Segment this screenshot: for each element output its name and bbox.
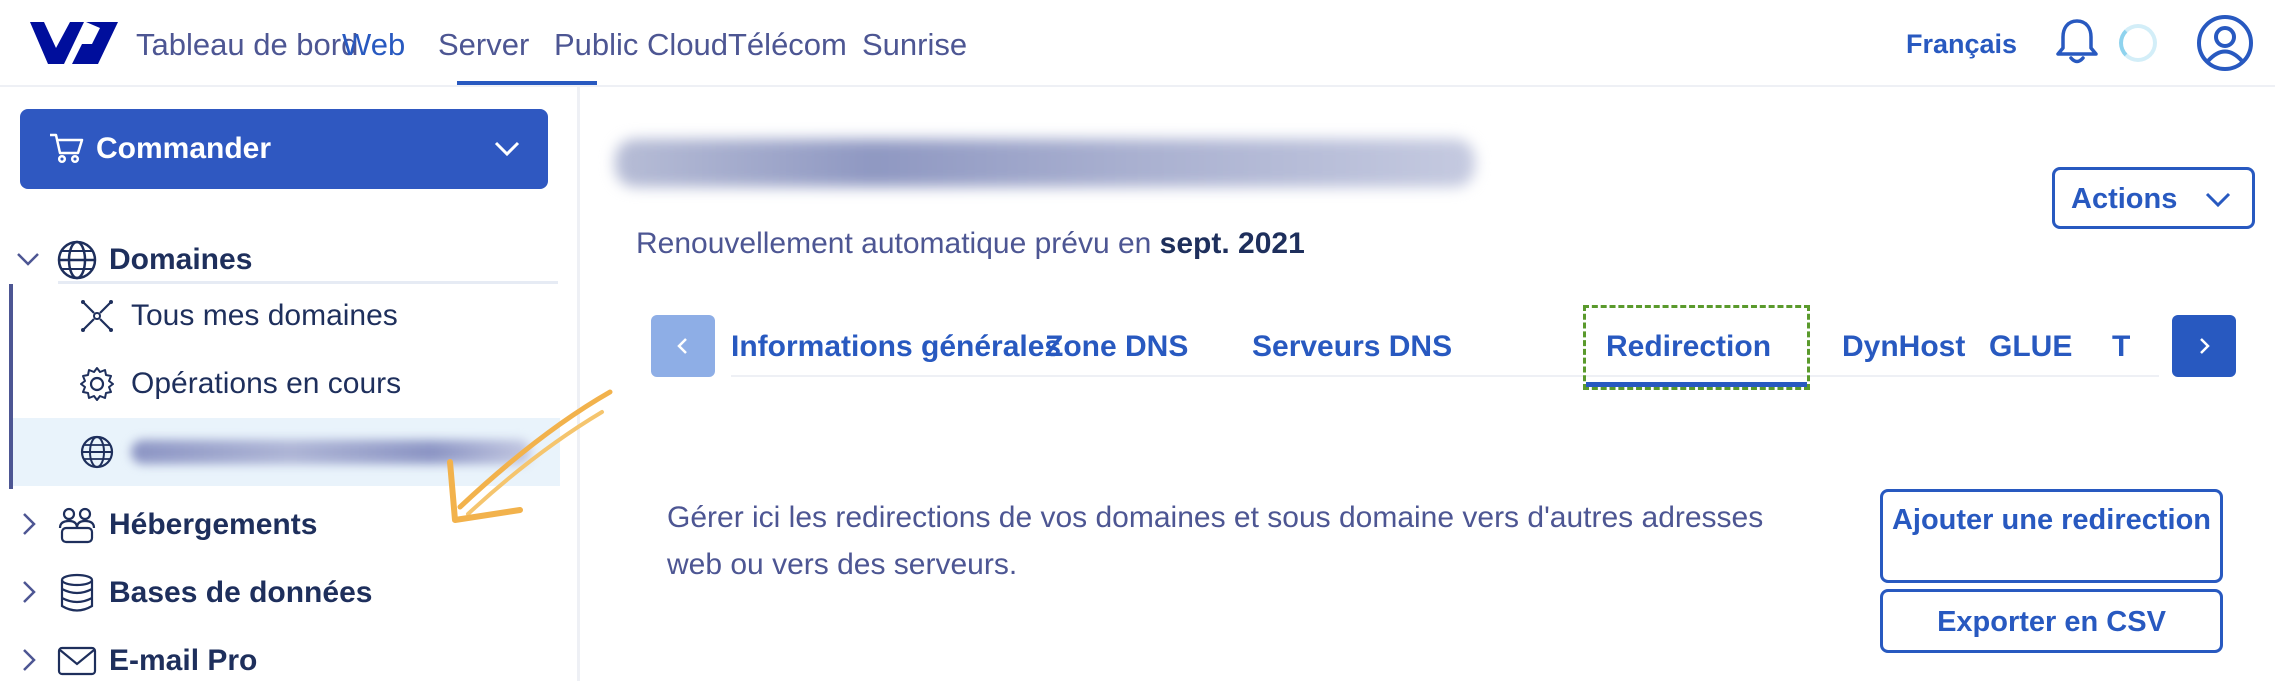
chevron-right-icon: [2200, 338, 2210, 354]
loading-spinner-icon: [2119, 24, 2157, 62]
topnav-telecom[interactable]: Télécom: [728, 0, 847, 87]
topnav-sunrise[interactable]: Sunrise: [862, 0, 967, 87]
main-content: Renouvellement automatique prévu en sept…: [583, 87, 2275, 681]
globe-icon: [80, 435, 114, 469]
database-icon: [60, 573, 94, 612]
actions-dropdown[interactable]: Actions: [2052, 167, 2255, 229]
chevron-left-icon: [677, 338, 687, 354]
sidebar-section-domains[interactable]: Domaines: [0, 229, 560, 289]
tab-highlight-box: [1583, 305, 1810, 390]
top-navbar: Tableau de bord Web Server Public Cloud …: [0, 0, 2275, 87]
sidebar-section-label: Bases de données: [109, 576, 373, 609]
topnav-dashboard[interactable]: Tableau de bord: [136, 0, 358, 87]
add-redirection-button[interactable]: Ajouter une redirection: [1880, 489, 2223, 583]
sidebar-section-email-pro[interactable]: E-mail Pro: [0, 630, 560, 681]
user-account-icon[interactable]: [2196, 14, 2254, 72]
chevron-right-icon: [23, 581, 36, 603]
tab-dns-zone[interactable]: Zone DNS: [1045, 317, 1188, 375]
topnav-web[interactable]: Web: [342, 0, 405, 87]
bell-icon[interactable]: [2052, 16, 2102, 66]
tabs-scroll-left-button[interactable]: [651, 315, 715, 377]
order-button-label: Commander: [96, 132, 272, 165]
renewal-date: sept. 2021: [1159, 227, 1305, 260]
export-csv-button[interactable]: Exporter en CSV: [1880, 589, 2223, 653]
order-button[interactable]: Commander: [20, 109, 548, 189]
language-selector[interactable]: Français: [1906, 0, 2017, 87]
sidebar-item-all-domains[interactable]: Tous mes domaines: [13, 284, 560, 346]
gear-icon: [80, 367, 114, 401]
tab-active-indicator: [1586, 382, 1807, 387]
tab-general-info[interactable]: Informations générales: [731, 317, 1061, 375]
chevron-down-icon: [17, 253, 39, 266]
sidebar: Commander Domaines Tous mes domaines Opé…: [0, 87, 613, 681]
hosting-icon: [58, 507, 96, 544]
sidebar-item-label: Opérations en cours: [131, 367, 402, 400]
cart-icon: [50, 133, 84, 164]
network-icon: [81, 300, 113, 332]
chevron-right-icon: [23, 649, 36, 671]
tab-glue[interactable]: GLUE: [1989, 317, 2072, 375]
envelope-icon: [57, 646, 97, 676]
redacted-domain-title: [615, 139, 1475, 187]
tab-bar: Informations générales Zone DNS Serveurs…: [731, 317, 2159, 377]
sidebar-section-label: Hébergements: [109, 508, 318, 541]
redirection-description: Gérer ici les redirections de vos domain…: [667, 501, 1764, 581]
chevron-right-icon: [23, 513, 36, 535]
sidebar-section-databases[interactable]: Bases de données: [0, 562, 560, 622]
chevron-down-icon: [2205, 192, 2231, 208]
globe-icon: [57, 240, 97, 280]
sidebar-item-label: Tous mes domaines: [131, 299, 398, 332]
actions-label: Actions: [2071, 183, 2178, 215]
topnav-public-cloud[interactable]: Public Cloud: [554, 0, 728, 87]
ovh-logo-icon[interactable]: [26, 18, 120, 68]
tabs-scroll-right-button[interactable]: [2172, 315, 2236, 377]
tab-dynhost[interactable]: DynHost: [1842, 317, 1965, 375]
renewal-info: Renouvellement automatique prévu en sept…: [636, 227, 1305, 260]
chevron-down-icon: [494, 141, 520, 157]
tab-truncated[interactable]: T: [2112, 317, 2130, 375]
topnav-server[interactable]: Server: [438, 0, 529, 87]
tab-dns-servers[interactable]: Serveurs DNS: [1252, 317, 1452, 375]
sidebar-section-label: E-mail Pro: [109, 644, 258, 677]
